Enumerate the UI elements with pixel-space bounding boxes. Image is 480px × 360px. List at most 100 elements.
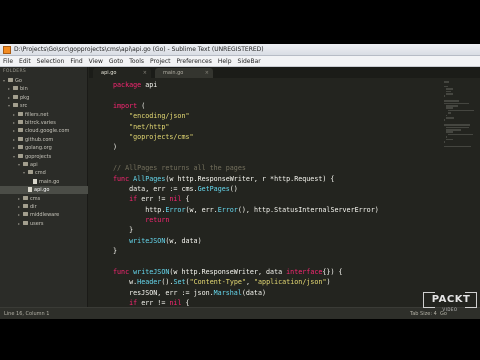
minimap[interactable]: [441, 78, 480, 307]
sidebar-item-label: Go: [15, 78, 22, 84]
minimap-line: [446, 105, 459, 107]
menu-find[interactable]: Find: [67, 56, 85, 67]
code-line[interactable]: package api: [113, 80, 443, 90]
sidebar-item-bin[interactable]: ▸ bin: [0, 85, 88, 93]
menu-goto[interactable]: Goto: [106, 56, 126, 67]
close-icon[interactable]: ×: [143, 68, 147, 78]
sidebar-item-label: cmd: [35, 170, 46, 177]
folder-icon: [23, 212, 28, 217]
file-icon: [28, 187, 32, 193]
code-area[interactable]: package api​import ( "encoding/json" "ne…: [113, 80, 443, 307]
sidebar-heading: FOLDERS: [3, 69, 27, 74]
code-editor[interactable]: package api​import ( "encoding/json" "ne…: [89, 78, 480, 307]
sidebar-item-goprojects[interactable]: ▾ goprojects: [0, 153, 88, 161]
sidebar-item-cmd[interactable]: ▾ cmd: [0, 169, 88, 177]
code-line[interactable]: resJSON, err := json.Marshal(data): [113, 288, 443, 298]
code-line[interactable]: http.Error(w, err.Error(), http.StatusIn…: [113, 205, 443, 215]
code-line[interactable]: ): [113, 142, 443, 152]
minimap-line: [444, 102, 469, 105]
sidebar-item-label: users: [30, 220, 44, 227]
menu-project[interactable]: Project: [147, 56, 174, 67]
sidebar-item-main-go[interactable]: main.go: [0, 178, 88, 186]
sidebar-item-label: fillers.net: [25, 111, 49, 118]
tab-main-go[interactable]: main.go ×: [155, 68, 213, 78]
code-line[interactable]: data, err := cms.GetPages(): [113, 184, 443, 194]
watermark-sub: VIDEO: [442, 307, 458, 312]
sidebar-item-label: github.com: [25, 136, 54, 143]
sidebar-item-dir[interactable]: ▸ dir: [0, 203, 88, 211]
code-line[interactable]: ​: [113, 90, 443, 100]
tab-api-go[interactable]: api.go ×: [93, 68, 151, 78]
sidebar-item-label: api.go: [34, 187, 50, 194]
minimap-line: [444, 145, 472, 148]
code-line[interactable]: func writeJSON(w http.ResponseWriter, da…: [113, 267, 443, 277]
sidebar-item-api[interactable]: ▾ api: [0, 161, 88, 169]
sidebar-item-label: cloud.google.com: [25, 128, 70, 135]
folder-icon: [28, 170, 33, 175]
folder-icon: [13, 94, 18, 99]
cursor-position: Line 16, Column 1: [4, 311, 50, 317]
code-line[interactable]: ​: [113, 257, 443, 267]
folder-icon: [23, 195, 28, 200]
code-line[interactable]: writeJSON(w, data): [113, 236, 443, 246]
code-line[interactable]: w.Header().Set("Content-Type", "applicat…: [113, 277, 443, 287]
code-line[interactable]: // AllPages returns all the pages: [113, 163, 443, 173]
sublime-app-icon: [3, 46, 11, 54]
sidebar-item-label: bin: [20, 86, 28, 93]
sidebar-item-label: pkg: [20, 94, 30, 101]
menu-help[interactable]: Help: [215, 56, 235, 67]
sidebar-item-bitrck-varies[interactable]: ▸ bitrck.varies: [0, 119, 88, 127]
menu-selection[interactable]: Selection: [34, 56, 68, 67]
close-icon[interactable]: ×: [205, 68, 209, 78]
sidebar-item-cms[interactable]: ▸ cms: [0, 195, 88, 203]
file-icon: [33, 178, 37, 184]
folder-icon: [18, 111, 23, 116]
sidebar-item-src[interactable]: ▾ src: [0, 102, 88, 110]
sidebar-item-pkg[interactable]: ▸ pkg: [0, 94, 88, 102]
sidebar-item-label: api: [30, 162, 38, 168]
folder-icon: [18, 145, 23, 150]
menu-edit[interactable]: Edit: [16, 56, 34, 67]
sidebar-item-label: goprojects: [25, 153, 52, 160]
folder-icon: [23, 162, 28, 166]
tab-label: main.go: [163, 70, 184, 76]
sidebar-item-go[interactable]: ▾ Go: [0, 77, 88, 85]
code-line[interactable]: "encoding/json": [113, 111, 443, 121]
tab-label: api.go: [101, 70, 117, 76]
code-line[interactable]: import (: [113, 101, 443, 111]
sidebar-item-label: cms: [30, 195, 41, 202]
sidebar-item-fillers-net[interactable]: ▸ fillers.net: [0, 111, 88, 119]
code-line[interactable]: "goprojects/cms": [113, 132, 443, 142]
minimap-line: [446, 131, 453, 133]
minimap-line: [446, 88, 453, 90]
minimap-line: [444, 81, 449, 83]
sidebar-item-api-go[interactable]: api.go: [0, 186, 88, 195]
menu-sidebar[interactable]: SideBar: [235, 56, 264, 67]
sidebar-item-golang-org[interactable]: ▸ golang.org: [0, 144, 88, 152]
title-bar: D:\Projects\Go\src\gopprojects\cms\api\a…: [0, 44, 480, 56]
folder-icon: [18, 128, 23, 133]
sidebar-item-cloud-google-com[interactable]: ▸ cloud.google.com: [0, 127, 88, 135]
minimap-line: [446, 107, 453, 109]
menu-tools[interactable]: Tools: [126, 56, 147, 67]
packt-watermark-logo: PACKT VIDEO: [423, 292, 477, 316]
sidebar-item-users[interactable]: ▸ users: [0, 220, 88, 228]
code-line[interactable]: if err != nil {: [113, 298, 443, 307]
code-line[interactable]: "net/http": [113, 122, 443, 132]
code-line[interactable]: }: [113, 246, 443, 256]
sidebar-item-middleware[interactable]: ▸ middleware: [0, 211, 88, 219]
code-line[interactable]: }: [113, 225, 443, 235]
minimap-line: [446, 93, 454, 95]
code-line[interactable]: if err != nil {: [113, 194, 443, 204]
menu-view[interactable]: View: [86, 56, 106, 67]
code-line[interactable]: func AllPages(w http.ResponseWriter, r *…: [113, 174, 443, 184]
code-line[interactable]: return: [113, 215, 443, 225]
menu-preferences[interactable]: Preferences: [174, 56, 215, 67]
code-line[interactable]: ​: [113, 153, 443, 163]
sidebar-item-github-com[interactable]: ▸ github.com: [0, 136, 88, 144]
minimap-line: [448, 112, 451, 114]
folder-icon: [8, 78, 13, 82]
folder-icon: [18, 120, 23, 124]
minimap-line: [446, 138, 454, 141]
menu-file[interactable]: File: [0, 56, 16, 67]
